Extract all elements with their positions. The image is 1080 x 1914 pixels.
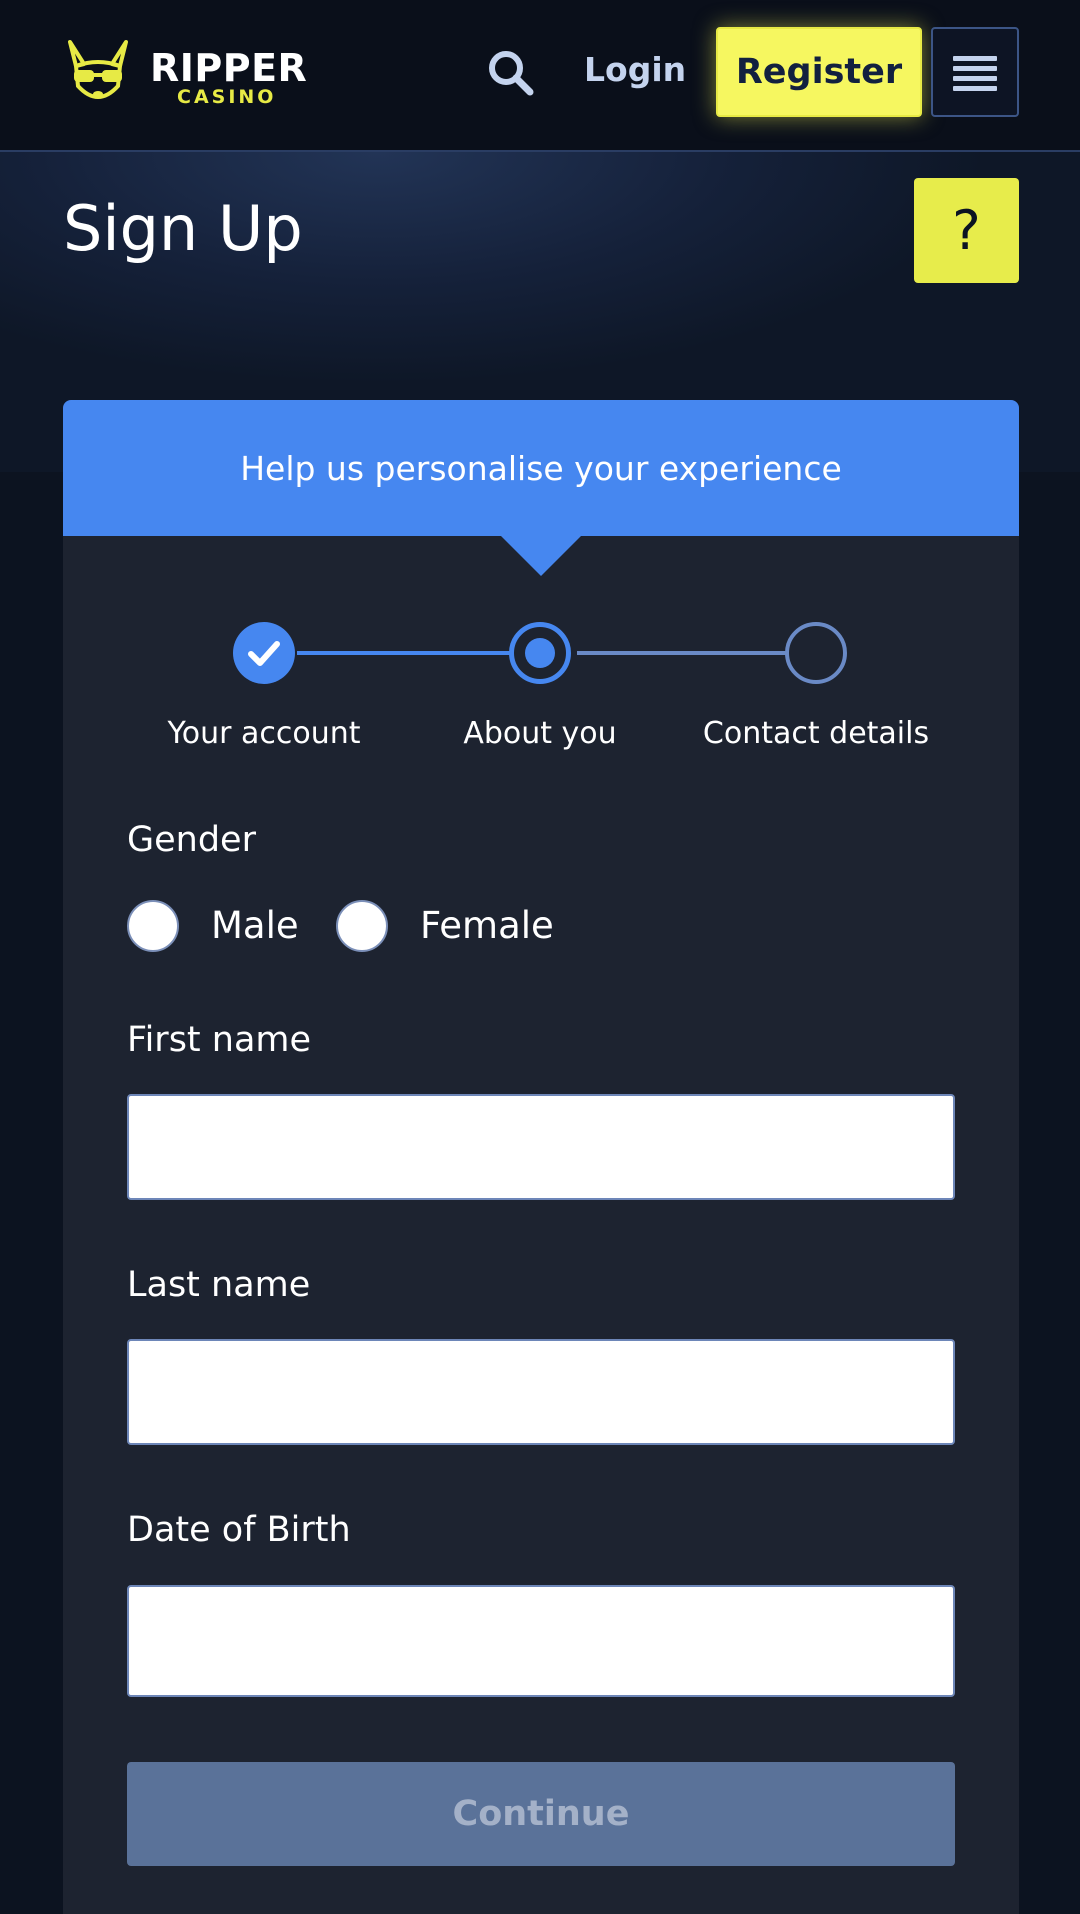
- help-button[interactable]: ?: [914, 178, 1019, 283]
- banner-pointer: [500, 535, 582, 576]
- step-contact-details: [785, 622, 847, 684]
- search-icon: [489, 51, 534, 96]
- dob-label: Date of Birth: [127, 1510, 351, 1550]
- active-step-dot: [525, 638, 555, 668]
- form-banner: Help us personalise your experience: [63, 400, 1019, 536]
- gender-male-label[interactable]: Male: [211, 904, 299, 947]
- kangaroo-logo-icon: [68, 40, 128, 99]
- site-logo[interactable]: RIPPER CASINO: [62, 38, 307, 110]
- logo-wordmark: RIPPER: [150, 46, 308, 90]
- step-connector-2: [577, 651, 813, 655]
- step-about-you: [509, 622, 571, 684]
- gender-female-label[interactable]: Female: [420, 904, 554, 947]
- form-banner-text: Help us personalise your experience: [240, 448, 842, 488]
- last-name-label: Last name: [127, 1265, 311, 1305]
- dob-input[interactable]: [127, 1585, 955, 1697]
- first-name-input[interactable]: [127, 1094, 955, 1200]
- signup-form-card: Help us personalise your experience Your…: [63, 400, 1019, 1914]
- register-button[interactable]: Register: [716, 27, 922, 117]
- search-button[interactable]: [486, 48, 536, 98]
- step-label-your-account: Your account: [167, 716, 361, 751]
- gender-female-radio[interactable]: [336, 900, 388, 952]
- menu-button[interactable]: [931, 27, 1019, 117]
- step-label-contact-details: Contact details: [702, 716, 930, 751]
- first-name-label: First name: [127, 1020, 312, 1060]
- login-link[interactable]: Login: [584, 50, 686, 89]
- checkmark-icon: [248, 641, 280, 666]
- step-your-account: [233, 622, 295, 684]
- step-connector-1: [297, 651, 527, 655]
- logo-subtitle: CASINO: [177, 86, 277, 108]
- gender-male-radio[interactable]: [127, 900, 179, 952]
- continue-button[interactable]: Continue: [127, 1762, 955, 1866]
- gender-label: Gender: [127, 820, 256, 860]
- last-name-input[interactable]: [127, 1339, 955, 1445]
- step-label-about-you: About you: [463, 716, 617, 751]
- page-title: Sign Up: [63, 192, 303, 265]
- top-nav-bar: RIPPER CASINO Login Register: [0, 0, 1080, 152]
